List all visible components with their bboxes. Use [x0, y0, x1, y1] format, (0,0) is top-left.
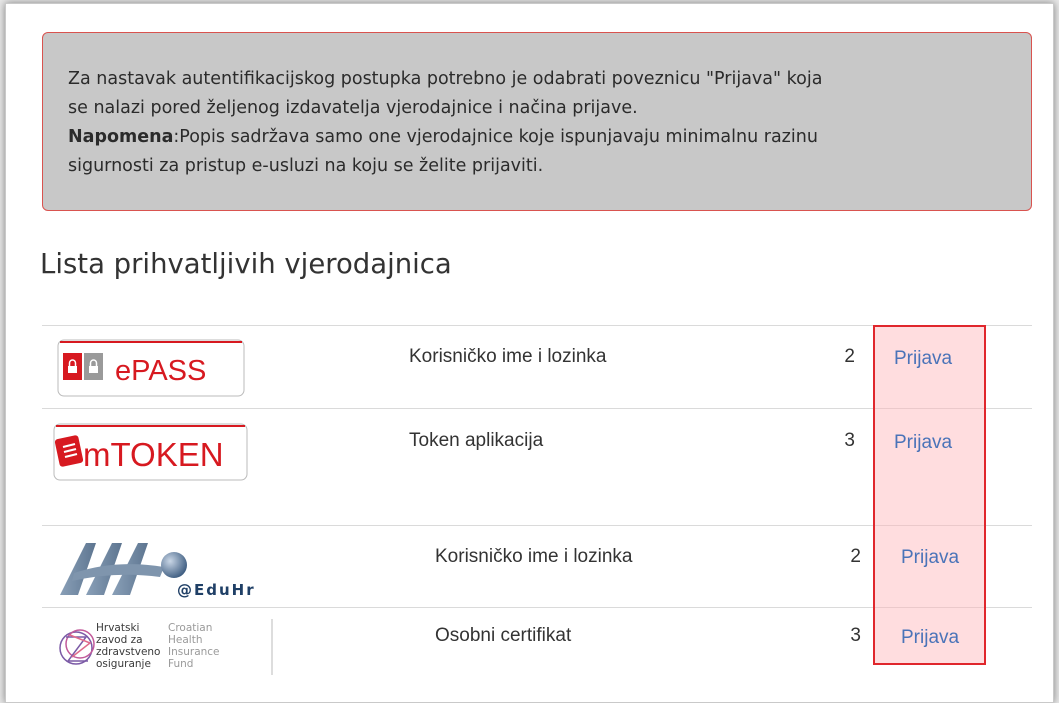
hzzo-name-line: zavod za — [96, 634, 143, 646]
links-column-highlight — [873, 325, 986, 665]
auth-method: Osobni certifikat — [435, 625, 572, 646]
hzzo-name-line: osiguranje — [96, 658, 151, 670]
mtoken-logo: mTOKEN — [53, 423, 248, 481]
hzzo-name-line-en: Health — [168, 634, 202, 646]
prijava-link-eduhr[interactable]: Prijava — [901, 547, 959, 569]
hzzo-name-line: Hrvatski — [96, 622, 139, 634]
alert-text-line: sigurnosti za pristup e-usluzi na koju s… — [68, 156, 544, 176]
hzzo-emblem-icon — [59, 629, 95, 665]
auth-method: Korisničko ime i lozinka — [435, 546, 633, 567]
hzzo-name-line-en: Croatian — [168, 622, 212, 634]
alert-text-line: se nalazi pored željenog izdavatelja vje… — [68, 98, 638, 118]
prijava-link-hzzo[interactable]: Prijava — [901, 627, 959, 649]
assurance-level: 2 — [844, 346, 855, 367]
page-title: Lista prihvatljivih vjerodajnica — [40, 248, 452, 280]
assurance-level: 3 — [850, 625, 861, 646]
alert-text-line: :Popis sadržava samo one vjerodajnice ko… — [173, 127, 818, 147]
prijava-link-mtoken[interactable]: Prijava — [894, 432, 952, 454]
mtoken-logo-text: mTOKEN — [83, 436, 224, 473]
aai-eduhr-logo: @EduHr — [56, 537, 278, 599]
alert-note: Napomena:Popis sadržava samo one vjeroda… — [68, 123, 1007, 152]
epass-logo: ePASS — [57, 339, 245, 397]
hzzo-name-line: zdravstveno — [96, 646, 160, 658]
eduhr-logo-text: @EduHr — [177, 581, 256, 599]
alert-text-line: Za nastavak autentifikacijskog postupka … — [68, 69, 823, 89]
assurance-level: 2 — [850, 546, 861, 567]
auth-method: Token aplikacija — [409, 430, 544, 451]
note-label: Napomena — [68, 127, 174, 147]
auth-method: Korisničko ime i lozinka — [409, 346, 607, 367]
hzzo-logo: Hrvatski zavod za zdravstveno osiguranje… — [56, 617, 278, 679]
assurance-level: 3 — [844, 430, 855, 451]
hzzo-name-line-en: Insurance — [168, 646, 220, 658]
epass-logo-text: ePASS — [115, 355, 206, 387]
info-alert: Za nastavak autentifikacijskog postupka … — [42, 32, 1032, 211]
prijava-link-epass[interactable]: Prijava — [894, 348, 952, 370]
hzzo-name-line-en: Fund — [168, 658, 193, 670]
aai-wave-icon — [60, 543, 187, 595]
